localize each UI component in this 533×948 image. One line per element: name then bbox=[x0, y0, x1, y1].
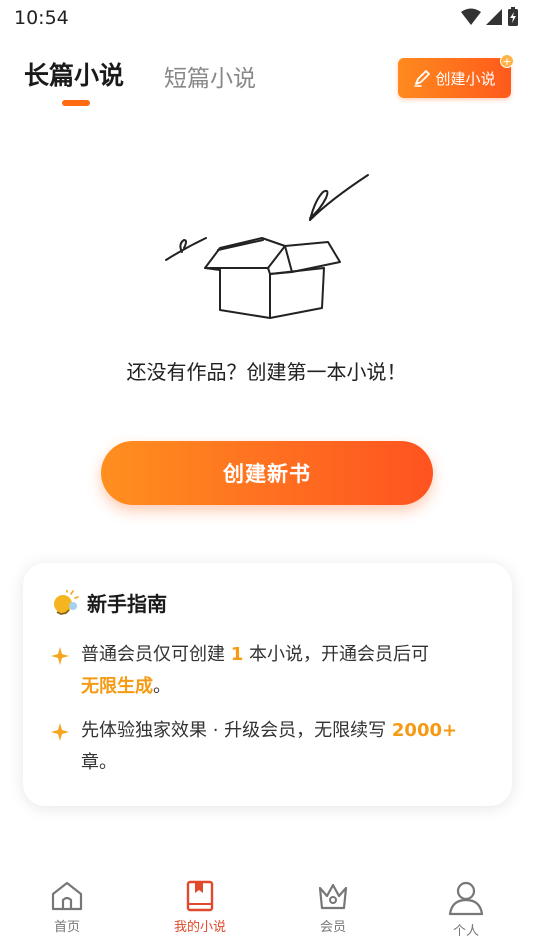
wifi-icon bbox=[461, 8, 481, 25]
status-time: 10:54 bbox=[14, 7, 69, 29]
crown-icon bbox=[318, 883, 348, 910]
plus-badge: + bbox=[500, 54, 514, 68]
guide-item1-highlight: 无限生成 bbox=[81, 676, 153, 697]
guide-item1-text: 普通会员仅可创建 bbox=[81, 644, 225, 665]
sparkle-icon bbox=[51, 723, 69, 741]
book-icon bbox=[186, 880, 214, 912]
create-new-book-button[interactable]: 创建新书 bbox=[101, 441, 433, 505]
active-tab-indicator bbox=[62, 100, 90, 106]
guide-item-upgrade: 先体验独家效果 · 升级会员，无限续写 2000+ 章。 bbox=[51, 715, 491, 779]
guide-item2-text: 先体验独家效果 · 升级会员，无限续写 bbox=[81, 720, 387, 741]
nav-item-home[interactable]: 首页 bbox=[17, 872, 117, 948]
beginner-guide-card: 新手指南 普通会员仅可创建 1 本小说，开通会员后可无限生成。 先体验独家效果 … bbox=[23, 563, 512, 806]
nav-label-vip: 会员 bbox=[319, 920, 346, 935]
person-icon bbox=[448, 881, 484, 916]
sparkle-icon bbox=[51, 647, 69, 665]
home-icon bbox=[51, 881, 83, 911]
signal-icon bbox=[486, 9, 502, 25]
nav-label-my-novels: 我的小说 bbox=[173, 920, 226, 935]
guide-title-row: 新手指南 bbox=[51, 588, 167, 617]
nav-item-my-novels[interactable]: 我的小说 bbox=[150, 872, 250, 948]
guide-item1-end: 。 bbox=[153, 676, 171, 697]
tab-long-novel[interactable]: 长篇小说 bbox=[24, 56, 124, 92]
create-novel-label: 创建小说 bbox=[435, 69, 496, 88]
nav-item-profile[interactable]: 个人 bbox=[416, 872, 516, 948]
guide-item2-highlight: 2000+ bbox=[391, 720, 458, 741]
bottom-navigation: 首页 我的小说 会员 个人 bbox=[0, 872, 533, 948]
nav-label-profile: 个人 bbox=[452, 924, 479, 939]
guide-item-create-limit: 普通会员仅可创建 1 本小说，开通会员后可无限生成。 bbox=[51, 639, 491, 703]
status-bar: 10:54 bbox=[0, 0, 533, 38]
nav-label-home: 首页 bbox=[53, 920, 80, 935]
pen-icon bbox=[414, 70, 431, 87]
guide-item2-end: 章。 bbox=[81, 752, 117, 773]
empty-box-illustration bbox=[165, 174, 369, 319]
battery-icon bbox=[508, 7, 518, 26]
nav-item-vip[interactable]: 会员 bbox=[283, 872, 383, 948]
empty-state-message: 还没有作品？创建第一本小说！ bbox=[126, 360, 407, 384]
create-novel-button[interactable]: 创建小说 + bbox=[398, 54, 514, 98]
bulb-icon bbox=[54, 589, 79, 615]
guide-item1-count: 1 bbox=[230, 644, 244, 665]
status-icons bbox=[461, 7, 519, 27]
guide-title: 新手指南 bbox=[87, 592, 167, 616]
guide-item1-text2: 本小说，开通会员后可 bbox=[249, 644, 429, 665]
tab-short-novel[interactable]: 短篇小说 bbox=[164, 59, 256, 93]
